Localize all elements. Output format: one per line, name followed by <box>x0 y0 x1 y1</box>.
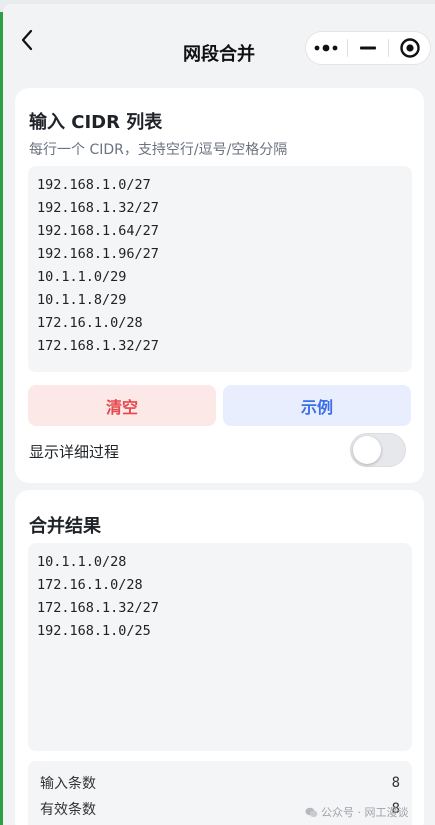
show-details-label: 显示详细过程 <box>29 443 120 461</box>
more-dots-icon <box>314 44 338 52</box>
nav-bar: 网段合并 <box>3 4 435 86</box>
target-close-icon <box>399 38 420 58</box>
merged-cidr-line: 192.168.1.0/25 <box>37 623 151 639</box>
cidr-input-line: 192.168.1.96/27 <box>37 246 159 262</box>
input-card: 输入 CIDR 列表 每行一个 CIDR，支持空行/逗号/空格分隔 192.16… <box>15 88 424 483</box>
clear-button[interactable]: 清空 <box>28 385 216 426</box>
close-button[interactable] <box>389 32 430 64</box>
cidr-input-textarea[interactable]: 192.168.1.0/27 192.168.1.32/27 192.168.1… <box>28 166 412 372</box>
stat-label: 有效条数 <box>40 802 96 818</box>
watermark: 公众号 · 网工漫谈 <box>305 804 409 820</box>
result-card: 合并结果 10.1.1.0/28 172.16.1.0/28 172.168.1… <box>15 490 424 825</box>
more-button[interactable] <box>306 32 347 64</box>
minus-icon <box>360 46 376 50</box>
cidr-input-line: 10.1.1.8/29 <box>37 292 127 308</box>
toggle-knob <box>353 436 381 464</box>
wechat-icon <box>305 807 318 817</box>
result-card-title: 合并结果 <box>29 516 101 537</box>
minimize-button[interactable] <box>348 32 389 64</box>
stat-label: 输入条数 <box>40 776 96 792</box>
input-card-subtitle: 每行一个 CIDR，支持空行/逗号/空格分隔 <box>29 142 288 158</box>
example-button[interactable]: 示例 <box>223 385 411 426</box>
cidr-input-line: 172.168.1.32/27 <box>37 338 159 354</box>
stat-value: 8 <box>391 775 400 791</box>
merged-cidr-line: 10.1.1.0/28 <box>37 554 127 570</box>
cidr-input-line: 172.16.1.0/28 <box>37 315 143 331</box>
capsule-menu <box>305 31 431 65</box>
cidr-input-line: 192.168.1.32/27 <box>37 200 159 216</box>
stat-row-input-count: 输入条数 8 <box>40 771 400 795</box>
cidr-input-line: 192.168.1.0/27 <box>37 177 151 193</box>
cidr-input-line: 10.1.1.0/29 <box>37 269 127 285</box>
merged-cidr-line: 172.16.1.0/28 <box>37 577 143 593</box>
merged-result-box: 10.1.1.0/28 172.16.1.0/28 172.168.1.32/2… <box>28 543 412 751</box>
input-card-title: 输入 CIDR 列表 <box>29 112 163 133</box>
watermark-text: 公众号 · 网工漫谈 <box>321 806 409 819</box>
mini-program-window: 网段合并 输入 CIDR 列表 每行一个 CIDR，支持空行/逗号/空格分隔 1… <box>3 4 435 825</box>
merged-cidr-line: 172.168.1.32/27 <box>37 600 159 616</box>
show-details-toggle[interactable] <box>350 433 406 467</box>
cidr-input-line: 192.168.1.64/27 <box>37 223 159 239</box>
